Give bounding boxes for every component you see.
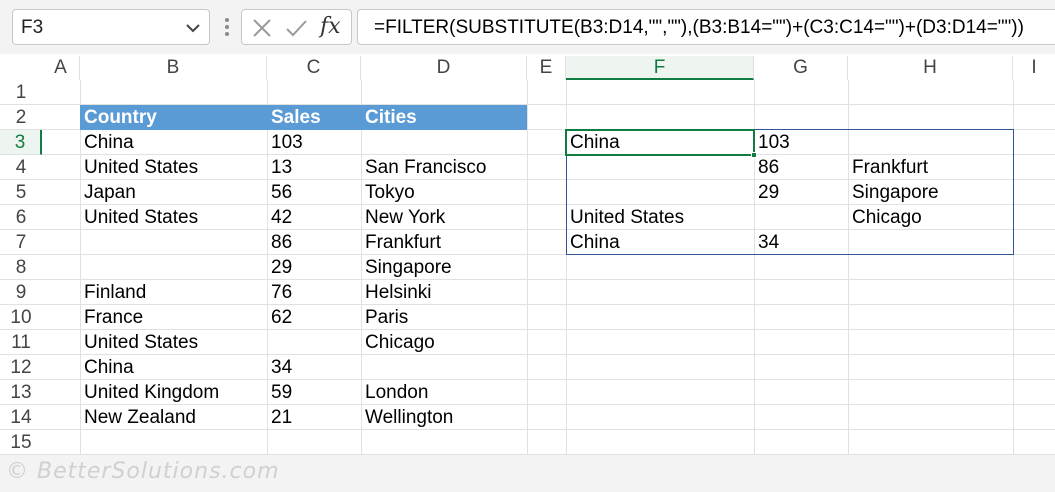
column-header-d[interactable]: D (361, 56, 527, 80)
result-cell[interactable]: China (566, 230, 754, 255)
result-cell[interactable]: Frankfurt (848, 155, 1013, 180)
row-header-10[interactable]: 10 (0, 305, 42, 330)
name-box-value: F3 (21, 17, 44, 38)
table-cell[interactable]: Japan (80, 180, 267, 205)
table-cell[interactable]: France (80, 305, 267, 330)
result-cell[interactable] (566, 180, 754, 205)
table-cell[interactable]: 76 (267, 280, 361, 305)
row-header-4[interactable]: 4 (0, 155, 42, 180)
row-header-13[interactable]: 13 (0, 380, 42, 405)
result-cell[interactable] (754, 205, 848, 230)
table-cell[interactable]: New York (361, 205, 527, 230)
result-cell[interactable]: 34 (754, 230, 848, 255)
table-cell[interactable]: United Kingdom (80, 380, 267, 405)
result-cell[interactable]: Chicago (848, 205, 1013, 230)
table-cell[interactable]: United States (80, 330, 267, 355)
chevron-down-icon[interactable] (185, 18, 201, 38)
result-cell[interactable]: 29 (754, 180, 848, 205)
result-cell[interactable]: United States (566, 205, 754, 230)
table-cell[interactable] (361, 355, 527, 380)
fill-handle[interactable] (751, 152, 757, 158)
table-cell[interactable]: 29 (267, 255, 361, 280)
worksheet-grid[interactable]: Country Sales Cities China 103 United St… (42, 80, 1055, 455)
result-cell[interactable]: 103 (754, 130, 848, 155)
table-cell[interactable]: Singapore (361, 255, 527, 280)
insert-function-icon[interactable]: fx (320, 14, 344, 39)
column-header-h[interactable]: H (848, 56, 1013, 80)
row-header-12[interactable]: 12 (0, 355, 42, 380)
table-cell[interactable]: Frankfurt (361, 230, 527, 255)
row-header-5[interactable]: 5 (0, 180, 42, 205)
table-cell[interactable]: San Francisco (361, 155, 527, 180)
copyright-watermark: © BetterSolutions.com (6, 459, 280, 484)
table-cell[interactable]: London (361, 380, 527, 405)
result-cell[interactable] (848, 230, 1013, 255)
row-header-7[interactable]: 7 (0, 230, 42, 255)
row-header-14[interactable]: 14 (0, 405, 42, 430)
formula-buttons: fx (241, 9, 352, 45)
table-cell[interactable]: 21 (267, 405, 361, 430)
cancel-icon[interactable] (250, 16, 274, 40)
table-cell[interactable]: 42 (267, 205, 361, 230)
table-cell[interactable]: Helsinki (361, 280, 527, 305)
table-cell[interactable] (361, 130, 527, 155)
table-cell[interactable]: Chicago (361, 330, 527, 355)
active-cell-selection[interactable] (565, 129, 755, 156)
table-cell[interactable]: 13 (267, 155, 361, 180)
row-header-8[interactable]: 8 (0, 255, 42, 280)
table-header-country[interactable]: Country (80, 105, 267, 130)
column-header-g[interactable]: G (754, 56, 848, 80)
table-cell[interactable]: 56 (267, 180, 361, 205)
table-cell[interactable] (80, 255, 267, 280)
more-options-icon[interactable] (220, 14, 234, 40)
column-header-b[interactable]: B (80, 56, 267, 80)
enter-check-icon[interactable] (284, 16, 308, 40)
table-cell[interactable]: United States (80, 205, 267, 230)
column-header-e[interactable]: E (527, 56, 566, 80)
table-cell[interactable] (267, 330, 361, 355)
column-header-i[interactable]: I (1013, 56, 1055, 80)
table-cell[interactable]: Wellington (361, 405, 527, 430)
table-cell[interactable]: Tokyo (361, 180, 527, 205)
table-cell[interactable]: Finland (80, 280, 267, 305)
table-cell[interactable]: United States (80, 155, 267, 180)
table-cell[interactable]: China (80, 130, 267, 155)
table-cell[interactable]: 62 (267, 305, 361, 330)
row-header-15[interactable]: 15 (0, 430, 42, 455)
column-header-c[interactable]: C (267, 56, 361, 80)
column-header-a[interactable]: A (42, 56, 80, 80)
table-cell[interactable]: 103 (267, 130, 361, 155)
table-cell[interactable]: 34 (267, 355, 361, 380)
result-cell[interactable]: 86 (754, 155, 848, 180)
formula-bar: F3 fx =FILTER(SUBSTITUTE(B3:D14,"",""),(… (0, 0, 1055, 54)
result-cell[interactable]: Singapore (848, 180, 1013, 205)
row-header-1[interactable]: 1 (0, 80, 42, 105)
result-cell[interactable] (566, 155, 754, 180)
result-cell[interactable] (848, 130, 1013, 155)
name-box[interactable]: F3 (12, 9, 210, 45)
row-header-2[interactable]: 2 (0, 105, 42, 130)
formula-text: =FILTER(SUBSTITUTE(B3:D14,"",""),(B3:B14… (374, 17, 1024, 38)
row-header-9[interactable]: 9 (0, 280, 42, 305)
table-cell[interactable]: New Zealand (80, 405, 267, 430)
table-cell[interactable]: China (80, 355, 267, 380)
row-header-11[interactable]: 11 (0, 330, 42, 355)
column-headers: A B C D E F G H I (0, 56, 1055, 80)
row-header-6[interactable]: 6 (0, 205, 42, 230)
table-header-sales[interactable]: Sales (267, 105, 361, 130)
row-header-3[interactable]: 3 (0, 130, 42, 155)
formula-input[interactable]: =FILTER(SUBSTITUTE(B3:D14,"",""),(B3:B14… (357, 9, 1055, 45)
table-header-cities[interactable]: Cities (361, 105, 527, 130)
table-cell[interactable] (80, 230, 267, 255)
table-cell[interactable]: Paris (361, 305, 527, 330)
table-cell[interactable]: 86 (267, 230, 361, 255)
table-cell[interactable]: 59 (267, 380, 361, 405)
column-header-f[interactable]: F (566, 56, 754, 80)
footer: © BetterSolutions.com (0, 455, 1055, 492)
